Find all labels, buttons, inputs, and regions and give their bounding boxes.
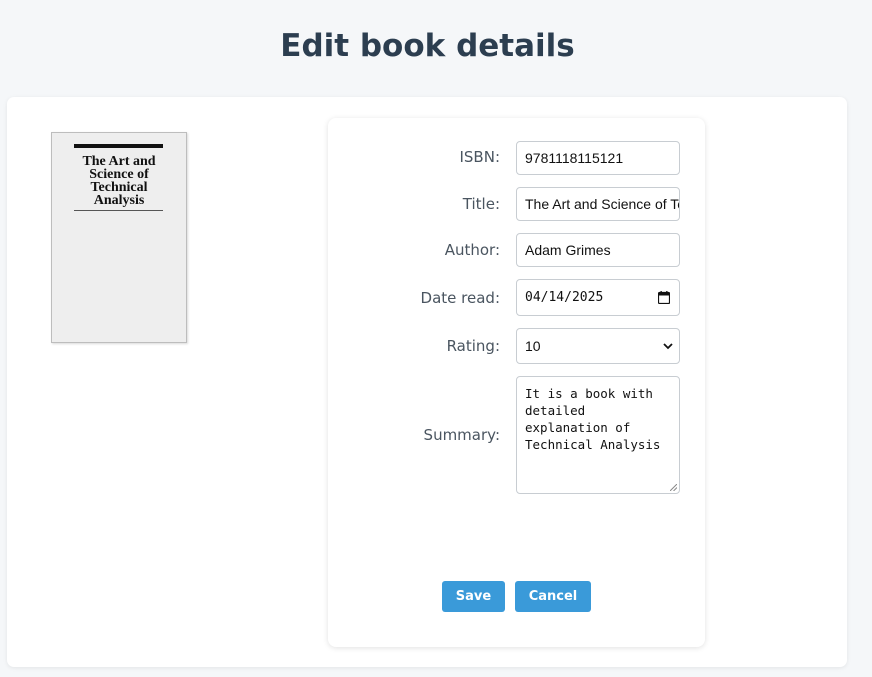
title-input[interactable]: The Art and Science of Technical Analysi… <box>516 187 680 221</box>
edit-form: ISBN: 9781118115121 Title: The Art and S… <box>328 118 705 647</box>
rating-value: 10 <box>525 338 541 354</box>
author-label: Author: <box>444 241 500 259</box>
cover-title: The Art and Science of Technical Analysi… <box>82 154 156 208</box>
author-input[interactable]: Adam Grimes <box>516 233 680 267</box>
title-label: Title: <box>462 195 500 213</box>
page-title: Edit book details <box>280 28 575 64</box>
summary-textarea[interactable]: It is a book with detailed explanation o… <box>516 376 680 494</box>
date-read-input[interactable]: 04/14/2025 <box>516 279 680 316</box>
resize-handle-icon[interactable] <box>670 484 677 491</box>
rating-select[interactable]: 10 <box>516 328 680 364</box>
save-button[interactable]: Save <box>442 581 505 612</box>
calendar-icon[interactable] <box>658 291 670 304</box>
rating-label: Rating: <box>446 337 500 355</box>
date-read-value: 04/14/2025 <box>525 290 604 305</box>
cover-rule <box>74 210 163 211</box>
isbn-input[interactable]: 9781118115121 <box>516 141 680 175</box>
book-cover: The Art and Science of Technical Analysi… <box>51 132 187 343</box>
cancel-button[interactable]: Cancel <box>515 581 591 612</box>
summary-value: It is a book with detailed explanation o… <box>525 386 661 452</box>
chevron-down-icon <box>663 343 673 350</box>
date-read-label: Date read: <box>420 289 500 307</box>
summary-label: Summary: <box>423 426 500 444</box>
isbn-label: ISBN: <box>459 148 500 166</box>
cover-top-bar <box>74 144 163 148</box>
